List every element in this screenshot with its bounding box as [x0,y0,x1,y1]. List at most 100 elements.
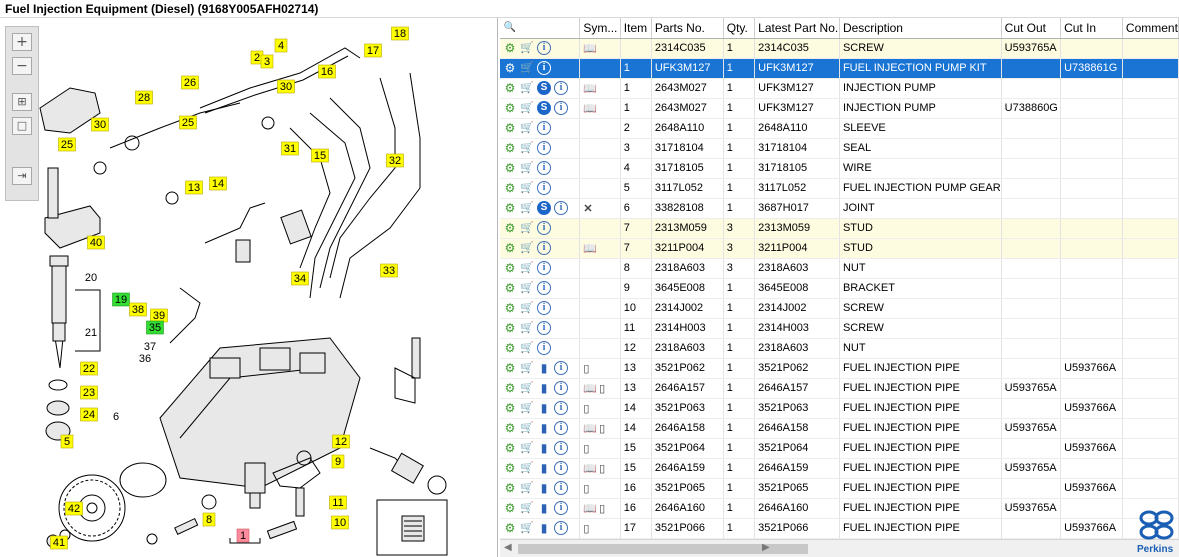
callout-40[interactable]: 40 [87,235,105,250]
info-icon[interactable]: i [537,341,551,355]
header-qty[interactable]: Qty. [723,18,756,39]
info-icon[interactable]: i [554,81,568,95]
cart-icon[interactable]: 🛒 [520,61,534,75]
info-icon[interactable]: i [537,41,551,55]
cart-icon[interactable]: 🛒 [520,361,534,375]
header-latest[interactable]: Latest Part No. [754,18,840,39]
cart-icon[interactable]: 🛒 [520,341,534,355]
settings-gear-icon[interactable]: ⚙ [503,401,517,415]
table-row[interactable]: ⚙ 🛒 i 1 UFK3M127 1 UFK3M127 FUEL INJECTION PUMP… [500,58,1179,79]
callout-28[interactable]: 28 [135,90,153,105]
cart-icon[interactable]: 🛒 [520,261,534,275]
header-comment[interactable]: Comment [1122,18,1179,39]
cart-icon[interactable]: 🛒 [520,501,534,515]
cart-icon[interactable]: 🛒 [520,381,534,395]
settings-gear-icon[interactable]: ⚙ [503,61,517,75]
info-icon[interactable]: i [554,401,568,415]
callout-4[interactable]: 4 [274,38,288,53]
header-cut-out[interactable]: Cut Out [1001,18,1062,39]
info-icon[interactable]: i [554,361,568,375]
settings-gear-icon[interactable]: ⚙ [503,521,517,535]
callout-11[interactable]: 11 [329,495,347,510]
settings-gear-icon[interactable]: ⚙ [503,461,517,475]
settings-gear-icon[interactable]: ⚙ [503,281,517,295]
callout-42[interactable]: 42 [65,501,83,516]
header-sym[interactable]: Sym... [579,18,621,39]
table-row[interactable]: ⚙ 🛒 ▮ i 📖 ▯ 15 2646A159 1 2646A159 FUEL INJECTION … [500,458,1179,479]
info-icon[interactable]: i [537,121,551,135]
exploded-diagram-pane[interactable]: + − ⊞ □ ⇥ 4 2 3 18 17 26 28 30 16 30 25 … [0,18,498,557]
table-row[interactable]: ⚙ 🛒 i 5 3117L052 1 3117L052 FUEL INJECTION PUMP… [500,178,1179,199]
cart-icon[interactable]: 🛒 [520,161,534,175]
cart-icon[interactable]: 🛒 [520,121,534,135]
callout-17[interactable]: 17 [364,43,382,58]
info-icon[interactable]: i [537,61,551,75]
cart-icon[interactable]: 🛒 [520,41,534,55]
bookmark-icon[interactable]: ▮ [537,361,551,375]
cart-icon[interactable]: 🛒 [520,321,534,335]
table-row[interactable]: ⚙ 🛒 i 7 2313M059 3 2313M059 STUD [500,218,1179,239]
info-icon[interactable]: i [537,241,551,255]
callout-8[interactable]: 8 [202,512,216,527]
callout-19[interactable]: 19 [112,292,130,307]
cart-icon[interactable]: 🛒 [520,421,534,435]
cart-icon[interactable]: 🛒 [520,461,534,475]
callout-38[interactable]: 38 [129,302,147,317]
info-icon[interactable]: i [554,461,568,475]
table-row[interactable]: ⚙ 🛒 ▮ i 📖 ▯ 16 2646A160 1 2646A160 FUEL INJECTION … [500,498,1179,519]
bookmark-icon[interactable]: ▮ [537,381,551,395]
table-row[interactable]: ⚙ 🛒 ▮ i 📖 ▯ 13 2646A157 1 2646A157 FUEL INJECTION … [500,378,1179,399]
table-row[interactable]: ⚙ 🛒 ▮ i ▯ 16 3521P065 1 3521P065 FUEL INJECTION P… [500,478,1179,499]
callout-41[interactable]: 41 [50,535,68,550]
settings-gear-icon[interactable]: ⚙ [503,441,517,455]
callout-34[interactable]: 34 [291,271,309,286]
settings-gear-icon[interactable]: ⚙ [503,141,517,155]
info-icon[interactable]: i [537,321,551,335]
bookmark-icon[interactable]: ▮ [537,461,551,475]
scroll-right-icon[interactable]: ▶ [762,542,770,553]
table-row[interactable]: ⚙ 🛒 i 11 2314H003 1 2314H003 SCREW [500,318,1179,339]
callout-33[interactable]: 33 [380,263,398,278]
table-row[interactable]: ⚙ 🛒 i 2 2648A110 1 2648A110 SLEEVE [500,118,1179,139]
cart-icon[interactable]: 🛒 [520,401,534,415]
settings-gear-icon[interactable]: ⚙ [503,261,517,275]
cart-icon[interactable]: 🛒 [520,521,534,535]
callout-5[interactable]: 5 [60,434,74,449]
info-icon[interactable]: i [554,381,568,395]
bookmark-icon[interactable]: ▮ [537,421,551,435]
callout-25[interactable]: 25 [179,115,197,130]
supersession-icon[interactable]: S [537,81,551,95]
cart-icon[interactable]: 🛒 [520,241,534,255]
info-icon[interactable]: i [537,301,551,315]
header-cut-in[interactable]: Cut In [1060,18,1123,39]
cart-icon[interactable]: 🛒 [520,301,534,315]
table-row[interactable]: ⚙ 🛒 i 8 2318A603 3 2318A603 NUT [500,258,1179,279]
header-parts-no[interactable]: Parts No. [651,18,724,39]
bookmark-icon[interactable]: ▮ [537,481,551,495]
table-row[interactable]: ⚙ 🛒 i 10 2314J002 1 2314J002 SCREW [500,298,1179,319]
table-row[interactable]: ⚙ 🛒 ▮ i ▯ 13 3521P062 1 3521P062 FUEL INJECTION P… [500,358,1179,379]
cart-icon[interactable]: 🛒 [520,441,534,455]
callout-30[interactable]: 30 [277,79,295,94]
settings-gear-icon[interactable]: ⚙ [503,201,517,215]
settings-gear-icon[interactable]: ⚙ [503,481,517,495]
callout-30[interactable]: 30 [91,117,109,132]
cart-icon[interactable]: 🛒 [520,101,534,115]
settings-gear-icon[interactable]: ⚙ [503,421,517,435]
settings-gear-icon[interactable]: ⚙ [503,361,517,375]
callout-1[interactable]: 1 [236,528,250,543]
info-icon[interactable]: i [554,521,568,535]
callout-16[interactable]: 16 [318,64,336,79]
settings-gear-icon[interactable]: ⚙ [503,181,517,195]
callout-39[interactable]: 39 [150,308,168,323]
cart-icon[interactable]: 🛒 [520,281,534,295]
info-icon[interactable]: i [554,481,568,495]
table-row[interactable]: ⚙ 🛒 Si ✕ 6 33828108 1 3687H017 JOINT [500,198,1179,219]
cart-icon[interactable]: 🛒 [520,481,534,495]
cart-icon[interactable]: 🛒 [520,181,534,195]
callout-3[interactable]: 3 [260,54,274,69]
info-icon[interactable]: i [537,141,551,155]
callout-9[interactable]: 9 [331,454,345,469]
table-row[interactable]: ⚙ 🛒 i 9 3645E008 1 3645E008 BRACKET [500,278,1179,299]
callout-25[interactable]: 25 [58,137,76,152]
